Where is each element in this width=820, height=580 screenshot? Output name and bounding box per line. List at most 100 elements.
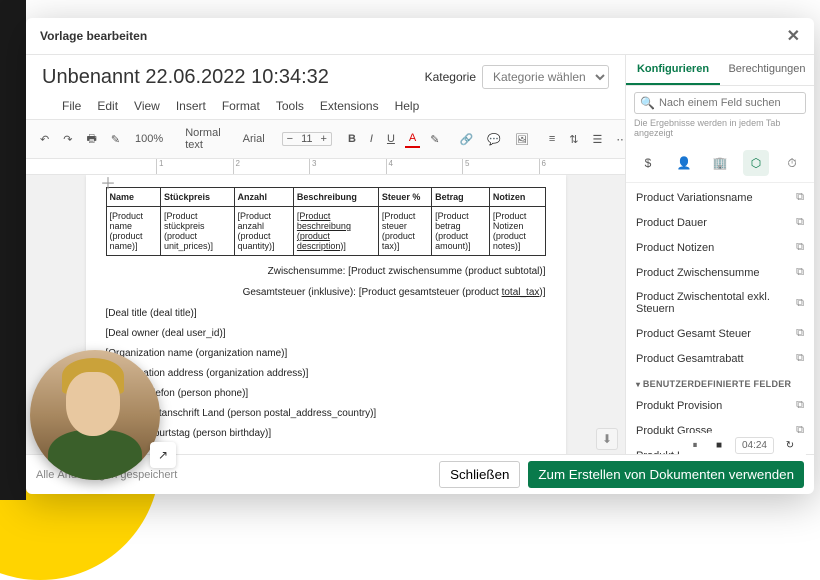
placeholder-field[interactable]: [Organization address (organization addr… [106, 368, 546, 379]
field-item[interactable]: Product Gesamtrabatt⧉ [626, 346, 814, 371]
italic-icon[interactable]: I [366, 131, 377, 147]
field-item[interactable]: Product Dauer⧉ [626, 210, 814, 235]
comment-icon[interactable]: 💬 [483, 131, 505, 148]
col-qty: Anzahl [234, 188, 293, 207]
underline-icon[interactable]: U [383, 131, 399, 147]
menu-help[interactable]: Help [395, 99, 420, 113]
category-selector: Kategorie Kategorie wählen [425, 65, 609, 89]
redo-icon[interactable]: ↷ [59, 131, 76, 148]
link-icon[interactable]: 🔗 [455, 131, 477, 148]
field-item[interactable]: Produkt Provision⧉ [626, 393, 814, 418]
close-button[interactable]: Schließen [439, 461, 520, 488]
playback-time: 04:24 [735, 437, 774, 454]
placeholder-list: [Deal title (deal title)] [Deal owner (d… [106, 308, 546, 439]
copy-icon[interactable]: ⧉ [796, 399, 804, 412]
menu-view[interactable]: View [134, 99, 160, 113]
font-size-value[interactable]: 11 [297, 133, 316, 145]
col-notes: Notizen [489, 188, 545, 207]
font-size-decrease[interactable]: − [283, 133, 297, 145]
col-amount: Betrag [432, 188, 490, 207]
subtotal-line[interactable]: Zwischensumme: [Product zwischensumme (p… [106, 266, 546, 277]
video-playback-controls: ⏸ ■ 04:24 ↻ [679, 433, 806, 458]
pause-icon[interactable]: ⏸ [687, 438, 703, 454]
paint-format-icon[interactable]: ✎ [107, 131, 124, 148]
menu-tools[interactable]: Tools [276, 99, 304, 113]
search-hint: Die Ergebnisse werden in jedem Tab angez… [626, 116, 814, 144]
menu-format[interactable]: Format [222, 99, 260, 113]
tax-line[interactable]: Gesamtsteuer (inklusive): [Product gesam… [106, 287, 546, 298]
tab-configure[interactable]: Konfigurieren [626, 55, 720, 85]
field-item[interactable]: Product Zwischentotal exkl. Steuern⧉ [626, 285, 814, 321]
stop-icon[interactable]: ■ [711, 438, 727, 454]
image-icon[interactable]: 🖼 [511, 131, 533, 148]
side-tabs: Konfigurieren Berechtigungen [626, 55, 814, 86]
more-icon[interactable]: ⋯ [612, 131, 626, 148]
close-icon[interactable]: ✕ [787, 26, 800, 46]
search-wrap: 🔍 [626, 86, 814, 116]
menu-file[interactable]: File [62, 99, 81, 113]
table-row: [Product name (product name)] [Product s… [106, 207, 545, 256]
search-input[interactable] [659, 97, 801, 109]
align-icon[interactable]: ≡ [545, 131, 559, 147]
menu-insert[interactable]: Insert [176, 99, 206, 113]
font-size-increase[interactable]: + [317, 133, 331, 145]
person-icon[interactable]: 👤 [671, 150, 697, 176]
line-spacing-icon[interactable]: ⇅ [565, 131, 582, 148]
placeholder-field[interactable]: [Person Telefon (person phone)] [106, 388, 546, 399]
modal-footer: Alle Änderungen gespeichert Schließen Zu… [26, 454, 814, 494]
document-title[interactable]: Unbenannt 22.06.2022 10:34:32 [42, 66, 329, 89]
placeholder-field[interactable]: [Person geburtstag (person birthday)] [106, 428, 546, 439]
field-item[interactable]: Product Notizen⧉ [626, 235, 814, 260]
field-item[interactable]: Product Gesamt Steuer⧉ [626, 321, 814, 346]
building-icon[interactable]: 🏢 [707, 150, 733, 176]
clock-icon[interactable]: ⏱ [779, 150, 805, 176]
expand-avatar-icon[interactable]: ↗ [150, 442, 176, 468]
copy-icon[interactable]: ⧉ [796, 216, 804, 229]
placeholder-field[interactable]: [Organization name (organization name)] [106, 348, 546, 359]
field-list[interactable]: Product Variationsname⧉ Product Dauer⧉ P… [626, 183, 814, 454]
menu-bar: File Edit View Insert Format Tools Exten… [26, 95, 625, 119]
replay-icon[interactable]: ↻ [782, 438, 798, 454]
zoom-select[interactable]: 100% [130, 130, 168, 148]
add-block-icon[interactable]: ＋ [100, 170, 116, 194]
copy-icon[interactable]: ⧉ [796, 191, 804, 204]
scroll-to-bottom-icon[interactable]: ⬇ [596, 428, 618, 450]
title-row: Unbenannt 22.06.2022 10:34:32 Kategorie … [26, 55, 625, 95]
text-color-icon[interactable]: A [405, 130, 420, 148]
bold-icon[interactable]: B [344, 131, 360, 147]
entity-icon-row: $ 👤 🏢 ⬡ ⏱ [626, 144, 814, 183]
modal-title: Vorlage bearbeiten [40, 29, 147, 43]
list-icon[interactable]: ☰ [589, 131, 607, 148]
category-dropdown[interactable]: Kategorie wählen [482, 65, 609, 89]
copy-icon[interactable]: ⧉ [796, 297, 804, 310]
app-left-rail [0, 0, 26, 500]
font-select[interactable]: Arial [238, 130, 270, 148]
toolbar: ↶ ↷ 🖶 ✎ 100% Normal text Arial − 11 + B … [26, 119, 625, 159]
tab-permissions[interactable]: Berechtigungen [720, 55, 814, 85]
create-docs-button[interactable]: Zum Erstellen von Dokumenten verwenden [528, 461, 804, 488]
copy-icon[interactable]: ⧉ [796, 352, 804, 365]
placeholder-field[interactable]: [Deal owner (deal user_id)] [106, 328, 546, 339]
custom-fields-group[interactable]: BENUTZERDEFINIERTE FELDER [626, 371, 814, 393]
category-label: Kategorie [425, 70, 476, 84]
search-icon: 🔍 [640, 96, 655, 110]
field-item[interactable]: Product Zwischensumme⧉ [626, 260, 814, 285]
print-icon[interactable]: 🖶 [82, 128, 100, 151]
product-icon[interactable]: ⬡ [743, 150, 769, 176]
table-header-row: Name Stückpreis Anzahl Beschreibung Steu… [106, 188, 545, 207]
placeholder-field[interactable]: [Person postanschrift Land (person posta… [106, 408, 546, 419]
product-table: Name Stückpreis Anzahl Beschreibung Steu… [106, 187, 546, 256]
field-item[interactable]: Product Variationsname⧉ [626, 185, 814, 210]
menu-extensions[interactable]: Extensions [320, 99, 379, 113]
copy-icon[interactable]: ⧉ [796, 266, 804, 279]
side-panel: Konfigurieren Berechtigungen 🔍 Die Ergeb… [626, 55, 814, 454]
undo-icon[interactable]: ↶ [36, 131, 53, 148]
currency-icon[interactable]: $ [635, 150, 661, 176]
paragraph-style-select[interactable]: Normal text [180, 124, 225, 154]
font-size-stepper: − 11 + [282, 132, 332, 146]
menu-edit[interactable]: Edit [97, 99, 118, 113]
placeholder-field[interactable]: [Deal title (deal title)] [106, 308, 546, 319]
copy-icon[interactable]: ⧉ [796, 241, 804, 254]
copy-icon[interactable]: ⧉ [796, 327, 804, 340]
highlight-icon[interactable]: ✎ [426, 131, 443, 148]
